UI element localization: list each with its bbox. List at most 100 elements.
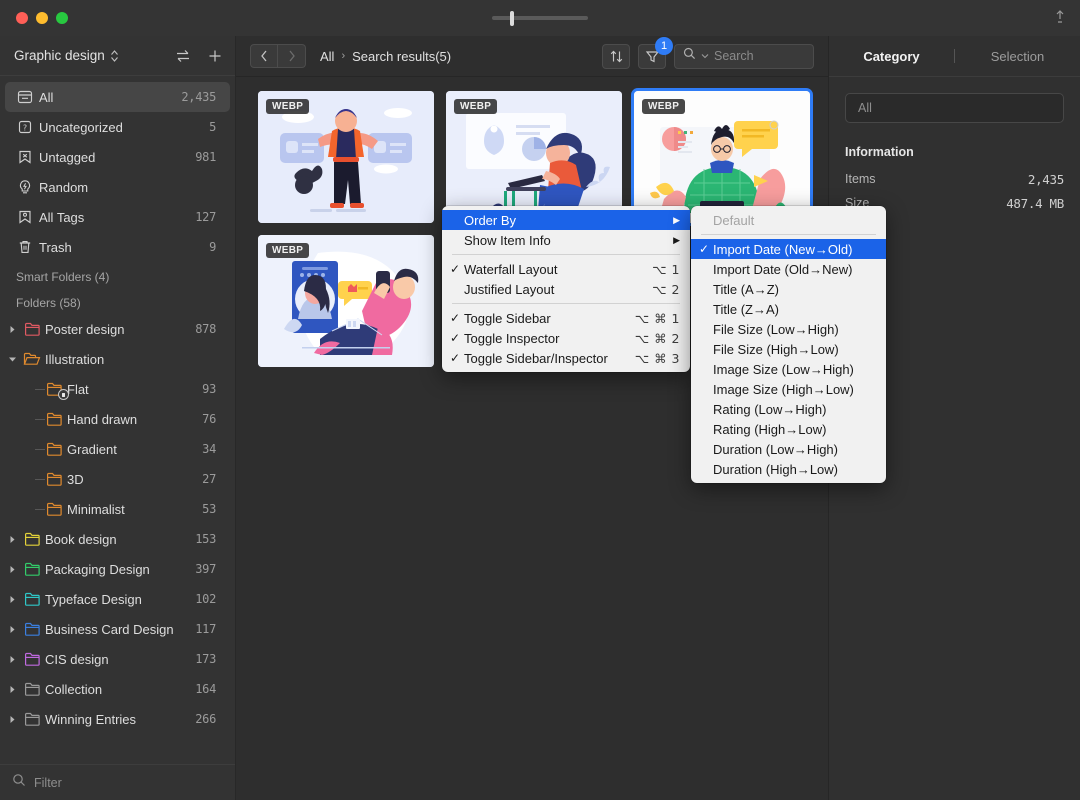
- menu-item-toggle-sidebar-inspector[interactable]: ✓ Toggle Sidebar/Inspector ⌥ ⌘ 3: [442, 348, 690, 368]
- forward-button[interactable]: [278, 44, 306, 68]
- sidebar-item-all-tags[interactable]: All Tags 127: [5, 202, 230, 232]
- slider-knob[interactable]: [510, 10, 514, 26]
- folder-item-3d[interactable]: 3D 27: [5, 464, 230, 494]
- folder-item-poster-design[interactable]: Poster design 878: [5, 314, 230, 344]
- swap-icon[interactable]: [175, 48, 191, 64]
- chevron-down-icon[interactable]: [701, 52, 709, 61]
- folder-label: CIS design: [45, 651, 109, 667]
- menu-item-justified-layout[interactable]: Justified Layout ⌥ 2: [442, 279, 690, 299]
- sort-arrows-icon[interactable]: [602, 43, 630, 69]
- menu-item-waterfall-layout[interactable]: ✓ Waterfall Layout ⌥ 1: [442, 259, 690, 279]
- menu-item-order-by[interactable]: Order By ▶: [442, 210, 690, 230]
- tab-selection[interactable]: Selection: [955, 49, 1080, 64]
- menu-item-label: Rating (High→Low): [713, 421, 827, 437]
- folder-item-packaging-design[interactable]: Packaging Design 397: [5, 554, 230, 584]
- filter-input[interactable]: Filter: [34, 776, 62, 790]
- format-badge: WEBP: [266, 99, 310, 114]
- order-by-submenu[interactable]: Default ✓ Import Date (New→Old) Import Date…: [691, 206, 886, 483]
- library-selector[interactable]: Graphic design: [0, 36, 235, 76]
- search-input[interactable]: Search: [674, 43, 814, 69]
- library-title: Graphic design: [14, 48, 105, 63]
- info-row-items: Items 2,435: [845, 167, 1064, 191]
- folder-item-gradient[interactable]: Gradient 34: [5, 434, 230, 464]
- disclosure-closed-icon[interactable]: [5, 535, 19, 544]
- thumbnail-item[interactable]: WEBP: [258, 235, 434, 367]
- folder-item-flat[interactable]: Flat 93: [5, 374, 230, 404]
- thumbnail-size-slider[interactable]: [492, 10, 588, 26]
- disclosure-closed-icon[interactable]: [5, 685, 19, 694]
- menu-item-toggle-sidebar[interactable]: ✓ Toggle Sidebar ⌥ ⌘ 1: [442, 308, 690, 328]
- info-value: 487.4 MB: [1006, 195, 1064, 211]
- folder-count: 27: [202, 472, 216, 486]
- folder-count: 164: [195, 682, 216, 696]
- disclosure-closed-icon[interactable]: [5, 565, 19, 574]
- submenu-arrow-icon: ▶: [673, 214, 680, 225]
- menu-item-show-item-info[interactable]: Show Item Info ▶: [442, 230, 690, 250]
- menu-item-file-size-high-low[interactable]: File Size (High→Low): [691, 339, 886, 359]
- tab-category[interactable]: Category: [829, 49, 954, 64]
- format-badge: WEBP: [642, 99, 686, 114]
- thumbnail-item[interactable]: WEBP: [258, 91, 434, 223]
- menu-item-file-size-low-high[interactable]: File Size (Low→High): [691, 319, 886, 339]
- folder-label: Poster design: [45, 321, 125, 337]
- folder-item-book-design[interactable]: Book design 153: [5, 524, 230, 554]
- minimize-window-button[interactable]: [36, 12, 48, 24]
- folder-item-winning-entries[interactable]: Winning Entries 266: [5, 704, 230, 734]
- sidebar-item-label: Uncategorized: [39, 119, 123, 135]
- sidebar-item-random[interactable]: Random: [5, 172, 230, 202]
- sidebar-item-trash[interactable]: Trash 9: [5, 232, 230, 262]
- pin-icon[interactable]: [1054, 10, 1066, 26]
- menu-item-duration-high-low[interactable]: Duration (High→Low): [691, 459, 886, 479]
- sidebar-filter-bar[interactable]: Filter: [0, 764, 235, 800]
- disclosure-closed-icon[interactable]: [5, 325, 19, 334]
- disclosure-closed-icon[interactable]: [5, 625, 19, 634]
- menu-item-title-z-a[interactable]: Title (Z→A): [691, 299, 886, 319]
- menu-item-label: Toggle Sidebar: [464, 310, 551, 326]
- sidebar-item-untagged[interactable]: Untagged 981: [5, 142, 230, 172]
- breadcrumb: All › Search results(5): [320, 49, 451, 64]
- folder-item-minimalist[interactable]: Minimalist 53: [5, 494, 230, 524]
- menu-item-import-date-new-old[interactable]: ✓ Import Date (New→Old): [691, 239, 886, 259]
- folder-item-hand-drawn[interactable]: Hand drawn 76: [5, 404, 230, 434]
- folder-label: Book design: [45, 531, 117, 547]
- category-scope-field[interactable]: All: [845, 93, 1064, 123]
- folder-label: Typeface Design: [45, 591, 142, 607]
- menu-item-label: Rating (Low→High): [713, 401, 827, 417]
- folder-label: Winning Entries: [45, 711, 137, 727]
- disclosure-closed-icon[interactable]: [5, 655, 19, 664]
- plus-icon[interactable]: [207, 48, 223, 64]
- menu-item-duration-low-high[interactable]: Duration (Low→High): [691, 439, 886, 459]
- menu-item-image-size-high-low[interactable]: Image Size (High→Low): [691, 379, 886, 399]
- menu-item-rating-high-low[interactable]: Rating (High→Low): [691, 419, 886, 439]
- folder-item-typeface-design[interactable]: Typeface Design 102: [5, 584, 230, 614]
- disclosure-closed-icon[interactable]: [5, 715, 19, 724]
- menu-item-label: Import Date (Old→New): [713, 261, 853, 277]
- menu-item-import-date-old-new[interactable]: Import Date (Old→New): [691, 259, 886, 279]
- folder-count: 397: [195, 562, 216, 576]
- folder-item-business-card-design[interactable]: Business Card Design 117: [5, 614, 230, 644]
- svg-text:?: ?: [23, 123, 27, 132]
- folder-item-cis-design[interactable]: CIS design 173: [5, 644, 230, 674]
- context-menu[interactable]: Order By ▶ Show Item Info ▶ ✓ Waterfall Layou…: [442, 206, 690, 372]
- disclosure-open-icon[interactable]: [5, 356, 19, 363]
- zoom-window-button[interactable]: [56, 12, 68, 24]
- folder-item-illustration[interactable]: Illustration: [5, 344, 230, 374]
- thumbnail-item[interactable]: WEBP: [446, 91, 622, 223]
- close-window-button[interactable]: [16, 12, 28, 24]
- disclosure-closed-icon[interactable]: [5, 595, 19, 604]
- breadcrumb-current[interactable]: Search results(5): [352, 49, 451, 64]
- menu-item-toggle-inspector[interactable]: ✓ Toggle Inspector ⌥ ⌘ 2: [442, 328, 690, 348]
- menu-item-image-size-low-high[interactable]: Image Size (Low→High): [691, 359, 886, 379]
- sidebar-item-all[interactable]: All 2,435: [5, 82, 230, 112]
- menu-item-title-a-z[interactable]: Title (A→Z): [691, 279, 886, 299]
- breadcrumb-root[interactable]: All: [320, 49, 334, 64]
- thumbnail-item[interactable]: WEBP: [634, 91, 810, 223]
- folder-count: 173: [195, 652, 216, 666]
- folder-label: Business Card Design: [45, 621, 174, 637]
- filter-button[interactable]: 1: [638, 36, 673, 69]
- menu-item-label: Default: [713, 212, 755, 228]
- folder-item-collection[interactable]: Collection 164: [5, 674, 230, 704]
- sidebar-item-uncategorized[interactable]: ? Uncategorized 5: [5, 112, 230, 142]
- menu-item-rating-low-high[interactable]: Rating (Low→High): [691, 399, 886, 419]
- back-button[interactable]: [250, 44, 278, 68]
